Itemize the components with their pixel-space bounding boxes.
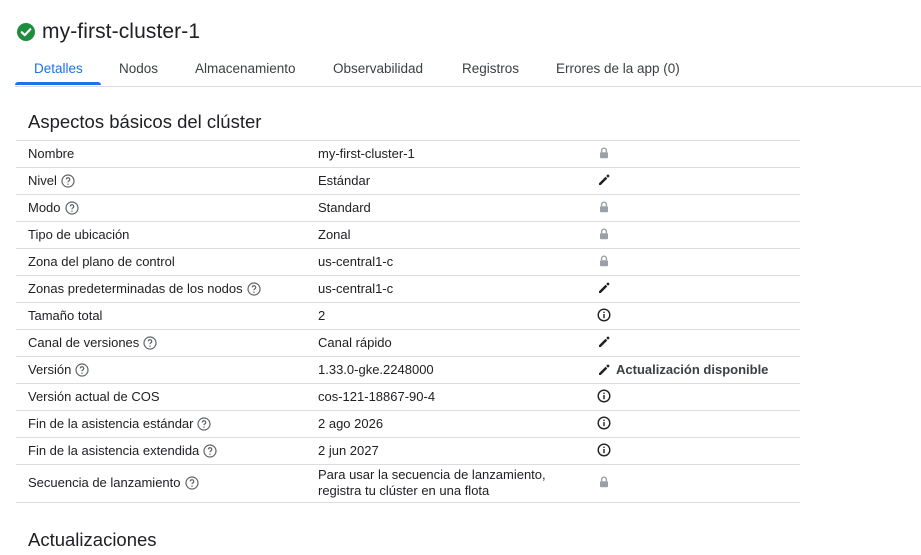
- row-label: Versión: [28, 362, 72, 377]
- row-label: Nombre: [28, 146, 75, 161]
- row-value: Estándar: [318, 173, 371, 188]
- check-circle-icon: [17, 23, 35, 41]
- row-value: Canal rápido: [318, 335, 392, 350]
- lock-icon: [600, 147, 608, 159]
- section-title-basics: Aspectos básicos del clúster: [28, 111, 262, 132]
- help-icon[interactable]: [61, 173, 75, 188]
- table-row: Tamaño total 2: [16, 303, 800, 330]
- row-action: [597, 475, 611, 489]
- edit-icon[interactable]: [597, 281, 611, 295]
- lock-icon: [600, 228, 608, 240]
- table-row: Nombre my-first-cluster-1: [16, 141, 800, 168]
- help-icon[interactable]: [75, 362, 89, 377]
- lock-icon: [600, 255, 608, 267]
- cluster-header: my-first-cluster-1: [17, 20, 200, 44]
- tab-registros[interactable]: Registros: [462, 61, 519, 76]
- info-icon[interactable]: [597, 416, 611, 430]
- upgrade-available-action[interactable]: Actualización disponible: [597, 362, 768, 377]
- table-row: Zona del plano de control us-central1-c: [16, 249, 800, 276]
- tab-detalles[interactable]: Detalles: [34, 61, 83, 76]
- row-label: Fin de la asistencia extendida: [28, 443, 200, 458]
- row-value: cos-121-18867-90-4: [318, 389, 436, 404]
- table-row: Nivel Estándar: [16, 168, 800, 195]
- row-action: [597, 389, 611, 403]
- row-value: us-central1-c: [318, 281, 394, 296]
- help-icon[interactable]: [143, 335, 157, 350]
- row-action: [597, 146, 611, 160]
- upgrade-available-label: Actualización disponible: [616, 362, 769, 377]
- row-value: Para usar la secuencia de lanzamiento, r…: [318, 467, 546, 499]
- row-action: [597, 254, 611, 268]
- row-value: 1.33.0-gke.2248000: [318, 362, 434, 377]
- row-label: Modo: [28, 200, 61, 215]
- table-row: Fin de la asistencia estándar 2 ago 2026: [16, 411, 800, 438]
- row-action: [597, 443, 611, 457]
- row-label: Nivel: [28, 173, 57, 188]
- row-value: Standard: [318, 200, 371, 215]
- row-label: Versión actual de COS: [28, 389, 160, 404]
- row-action: [597, 200, 611, 214]
- row-value: 2 ago 2026: [318, 416, 384, 431]
- row-label: Secuencia de lanzamiento: [28, 475, 181, 490]
- row-value: 2 jun 2027: [318, 443, 379, 458]
- help-icon[interactable]: [64, 200, 79, 215]
- row-value-line: Para usar la secuencia de lanzamiento,: [318, 467, 546, 482]
- cluster-basics-table: Nombre my-first-cluster-1 Nivel Estándar…: [16, 140, 800, 503]
- row-label: Tipo de ubicación: [28, 227, 130, 242]
- row-label: Fin de la asistencia estándar: [28, 416, 194, 431]
- tab-nodos[interactable]: Nodos: [119, 61, 158, 76]
- row-value: us-central1-c: [318, 254, 394, 269]
- table-row: Canal de versiones Canal rápido: [16, 330, 800, 357]
- lock-icon: [600, 201, 608, 213]
- section-title-updates: Actualizaciones: [28, 529, 157, 550]
- row-action: [597, 281, 611, 295]
- help-icon[interactable]: [247, 281, 261, 296]
- row-label: Zonas predeterminadas de los nodos: [28, 281, 243, 296]
- edit-icon[interactable]: [597, 173, 611, 187]
- row-action: [597, 173, 611, 187]
- table-row: Zonas predeterminadas de los nodos us-ce…: [16, 276, 800, 303]
- row-label: Canal de versiones: [28, 335, 140, 350]
- table-row: Versión actual de COS cos-121-18867-90-4: [16, 384, 800, 411]
- row-value: 2: [318, 308, 326, 323]
- tab-observabilidad[interactable]: Observabilidad: [333, 61, 423, 76]
- table-row: Secuencia de lanzamiento Para usar la se…: [16, 465, 800, 503]
- tab-bar: Detalles Nodos Almacenamiento Observabil…: [15, 54, 921, 87]
- table-row: Tipo de ubicación Zonal: [16, 222, 800, 249]
- row-label: Zona del plano de control: [28, 254, 175, 269]
- table-row: Fin de la asistencia extendida 2 jun 202…: [16, 438, 800, 465]
- help-icon[interactable]: [184, 475, 199, 490]
- table-row: Modo Standard: [16, 195, 800, 222]
- active-tab-indicator: [15, 82, 101, 85]
- tab-almacenamiento[interactable]: Almacenamiento: [195, 61, 296, 76]
- row-value: Zonal: [318, 227, 351, 242]
- info-icon[interactable]: [597, 308, 611, 322]
- page-title: my-first-cluster-1: [42, 20, 201, 43]
- row-action: [597, 227, 611, 241]
- lock-icon: [600, 476, 608, 488]
- info-icon[interactable]: [597, 389, 611, 403]
- row-label: Tamaño total: [28, 308, 103, 323]
- row-value-line: registra tu clúster en una flota: [318, 483, 490, 498]
- help-icon[interactable]: [197, 416, 212, 431]
- row-action: [597, 335, 611, 349]
- edit-icon[interactable]: [597, 335, 611, 349]
- edit-icon: [599, 363, 610, 375]
- info-icon[interactable]: [597, 443, 611, 457]
- table-row: Versión 1.33.0-gke.2248000 Actualización…: [16, 357, 800, 384]
- tab-errores-app[interactable]: Errores de la app (0): [556, 61, 680, 76]
- row-action: [597, 308, 611, 322]
- row-action: [597, 416, 611, 430]
- row-value: my-first-cluster-1: [318, 146, 415, 161]
- help-icon[interactable]: [203, 443, 217, 458]
